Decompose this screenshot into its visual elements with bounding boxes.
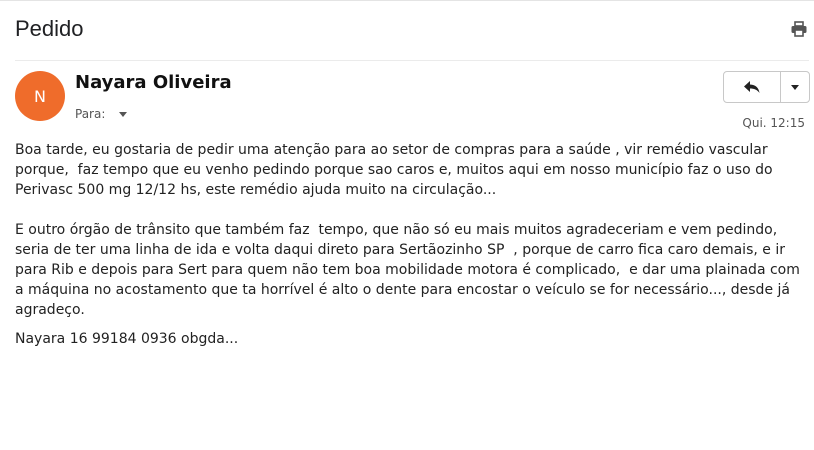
- reply-button-group: [723, 71, 810, 103]
- header-divider: [15, 60, 809, 61]
- body-paragraph: Boa tarde, eu gostaria de pedir uma aten…: [15, 142, 778, 198]
- body-paragraph: E outro órgão de trânsito que também faz…: [15, 222, 805, 318]
- to-label: Para:: [75, 107, 106, 121]
- recipients-row: Para:: [75, 107, 128, 121]
- reply-icon: [744, 81, 760, 93]
- reply-button[interactable]: [724, 72, 781, 102]
- print-button[interactable]: [790, 20, 808, 38]
- top-divider: [0, 0, 814, 1]
- recipients-dropdown-icon[interactable]: [119, 111, 128, 117]
- avatar: N: [15, 71, 65, 121]
- email-signature: Nayara 16 99184 0936 obgda...: [15, 331, 239, 347]
- email-subject: Pedido: [15, 16, 84, 41]
- sender-name: Nayara Oliveira: [75, 72, 232, 93]
- email-date: Qui. 12:15: [742, 116, 805, 130]
- email-body: Boa tarde, eu gostaria de pedir uma aten…: [15, 140, 810, 340]
- chevron-down-icon: [791, 84, 799, 90]
- print-icon: [791, 21, 807, 37]
- more-options-button[interactable]: [781, 72, 809, 102]
